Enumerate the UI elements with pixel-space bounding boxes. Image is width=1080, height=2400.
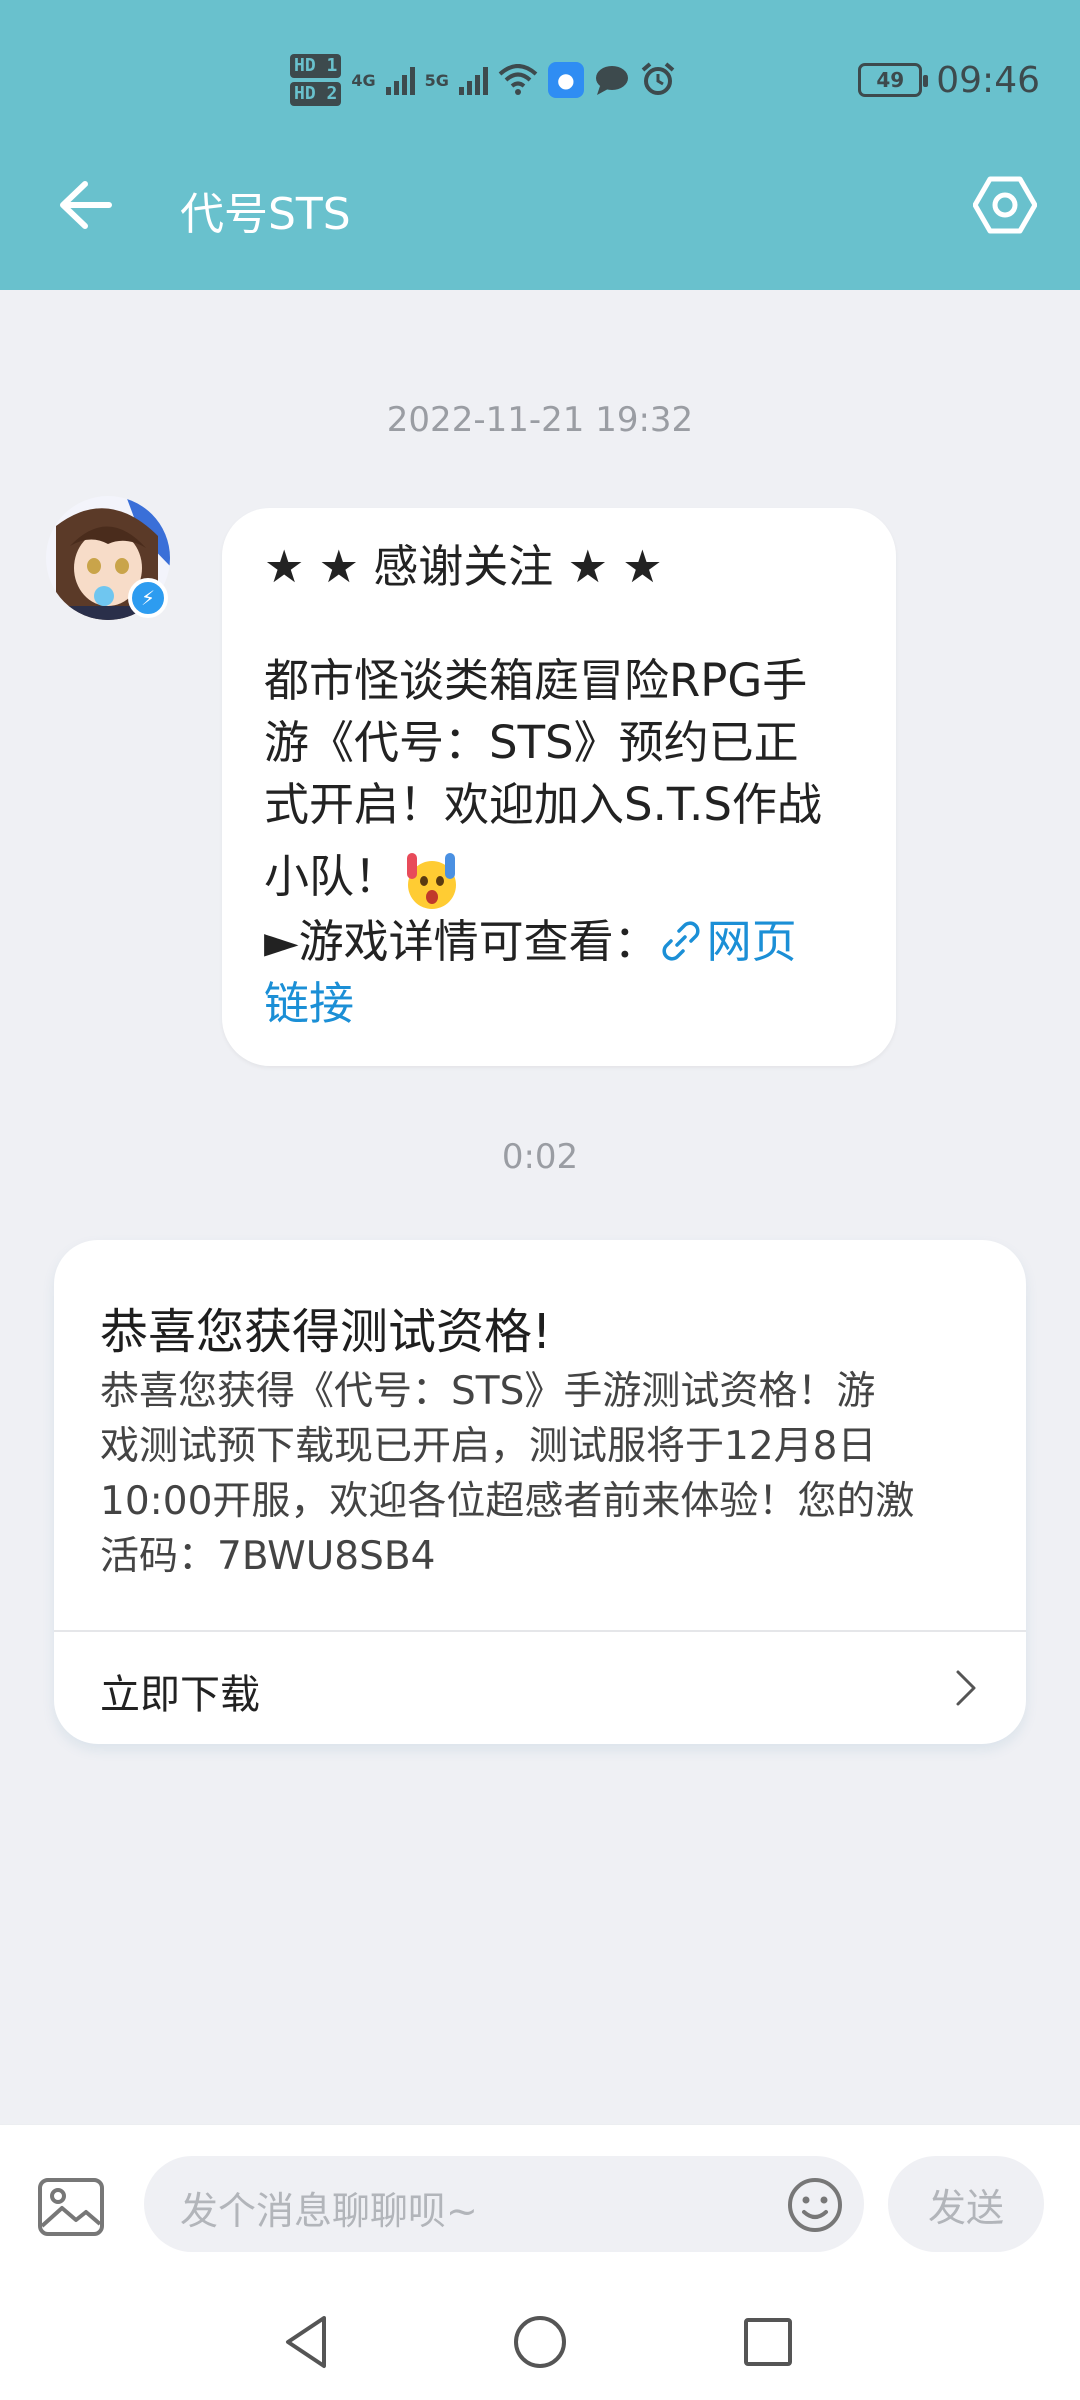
alarm-icon [641, 62, 675, 95]
status-right: 49 09:46 [858, 52, 1040, 108]
battery-icon: 49 [858, 63, 929, 97]
send-button[interactable]: 发送 [888, 2156, 1044, 2252]
message-line-3: 式开启！欢迎加入S.T.S作战 [264, 778, 822, 831]
message-input-placeholder: 发个消息聊聊呗~ [180, 2189, 478, 2233]
signal-1-icon [385, 65, 415, 95]
message-bubble-icon [595, 66, 628, 95]
download-now-label: 立即下载 [100, 1672, 260, 1718]
message-input[interactable]: 发个消息聊聊呗~ [144, 2156, 864, 2252]
page-title: 代号STS [180, 189, 351, 240]
network-4g-label: 4G [351, 70, 376, 90]
sim-indicators: HD 1 HD 2 [290, 54, 342, 106]
status-bar: HD 1 HD 2 4G 5G ● 49 09:46 [0, 0, 1080, 160]
notification-app-icon: ● [547, 62, 584, 98]
message-timestamp: 2022-11-21 19:32 [386, 400, 694, 440]
web-link-text-2[interactable]: 链接 [264, 977, 354, 1030]
status-left: HD 1 HD 2 4G 5G ● [290, 48, 676, 112]
image-picker-icon[interactable] [36, 2172, 106, 2242]
chevron-right-icon [956, 1670, 976, 1706]
settings-icon [973, 176, 1037, 234]
message-line-1: 都市怪谈类箱庭冒险RPG手 [264, 654, 808, 707]
arrow-left-icon [60, 181, 112, 229]
message-bubble: ★ ★ 感谢关注 ★ ★ 都市怪谈类箱庭冒险RPG手 游《代号：STS》预约已正… [222, 508, 896, 1066]
nav-home-icon[interactable] [508, 2310, 572, 2374]
qualification-card: 恭喜您获得测试资格! 恭喜您获得《代号：STS》手游测试资格！游 戏测试预下载现… [54, 1240, 1026, 1744]
message-line-2: 游《代号：STS》预约已正 [264, 716, 799, 769]
settings-button[interactable] [970, 170, 1040, 240]
back-button[interactable] [50, 170, 120, 240]
sim2-label: HD 2 [290, 82, 342, 106]
card-body-line-3: 10:00开服，欢迎各位超感者前来体验！您的激 [100, 1479, 915, 1524]
app-header: HD 1 HD 2 4G 5G ● 49 09:46 代号STS [0, 0, 1080, 290]
message-title: ★ ★ 感谢关注 ★ ★ [264, 540, 663, 593]
wifi-icon [498, 64, 538, 95]
card-body-line-1: 恭喜您获得《代号：STS》手游测试资格！游 [100, 1369, 876, 1414]
web-link[interactable]: 网页 [659, 915, 797, 968]
web-link-text-1[interactable]: 网页 [707, 915, 797, 968]
message-line-4-row: 小队！ [264, 846, 856, 911]
clock: 09:46 [936, 59, 1040, 101]
card-body-line-2: 戏测试预下载现已开启，测试服将于12月8日 [100, 1424, 877, 1469]
surprised-emoji-icon [407, 853, 457, 909]
card-body-line-4: 活码：7BWU8SB4 [100, 1534, 436, 1579]
battery-level: 49 [876, 68, 905, 92]
download-now-button[interactable]: 立即下载 [54, 1632, 1026, 1744]
message-timestamp-2: 0:02 [501, 1137, 579, 1177]
message-line-4: 小队！ [264, 850, 400, 903]
sim1-label: HD 1 [290, 54, 342, 78]
emoji-icon[interactable] [786, 2176, 844, 2234]
details-prefix: ►游戏详情可查看： [264, 915, 659, 968]
verified-badge-icon: ⚡ [128, 578, 168, 618]
nav-back-icon[interactable] [276, 2310, 340, 2374]
signal-2-icon [458, 65, 488, 95]
network-5g-label: 5G [424, 70, 449, 90]
details-row: ►游戏详情可查看： 网页 [264, 911, 856, 973]
card-title: 恭喜您获得测试资格! [100, 1304, 552, 1360]
card-body: 恭喜您获得《代号：STS》手游测试资格！游 戏测试预下载现已开启，测试服将于12… [100, 1364, 1000, 1584]
link-icon [662, 921, 700, 961]
nav-recents-icon[interactable] [736, 2310, 800, 2374]
